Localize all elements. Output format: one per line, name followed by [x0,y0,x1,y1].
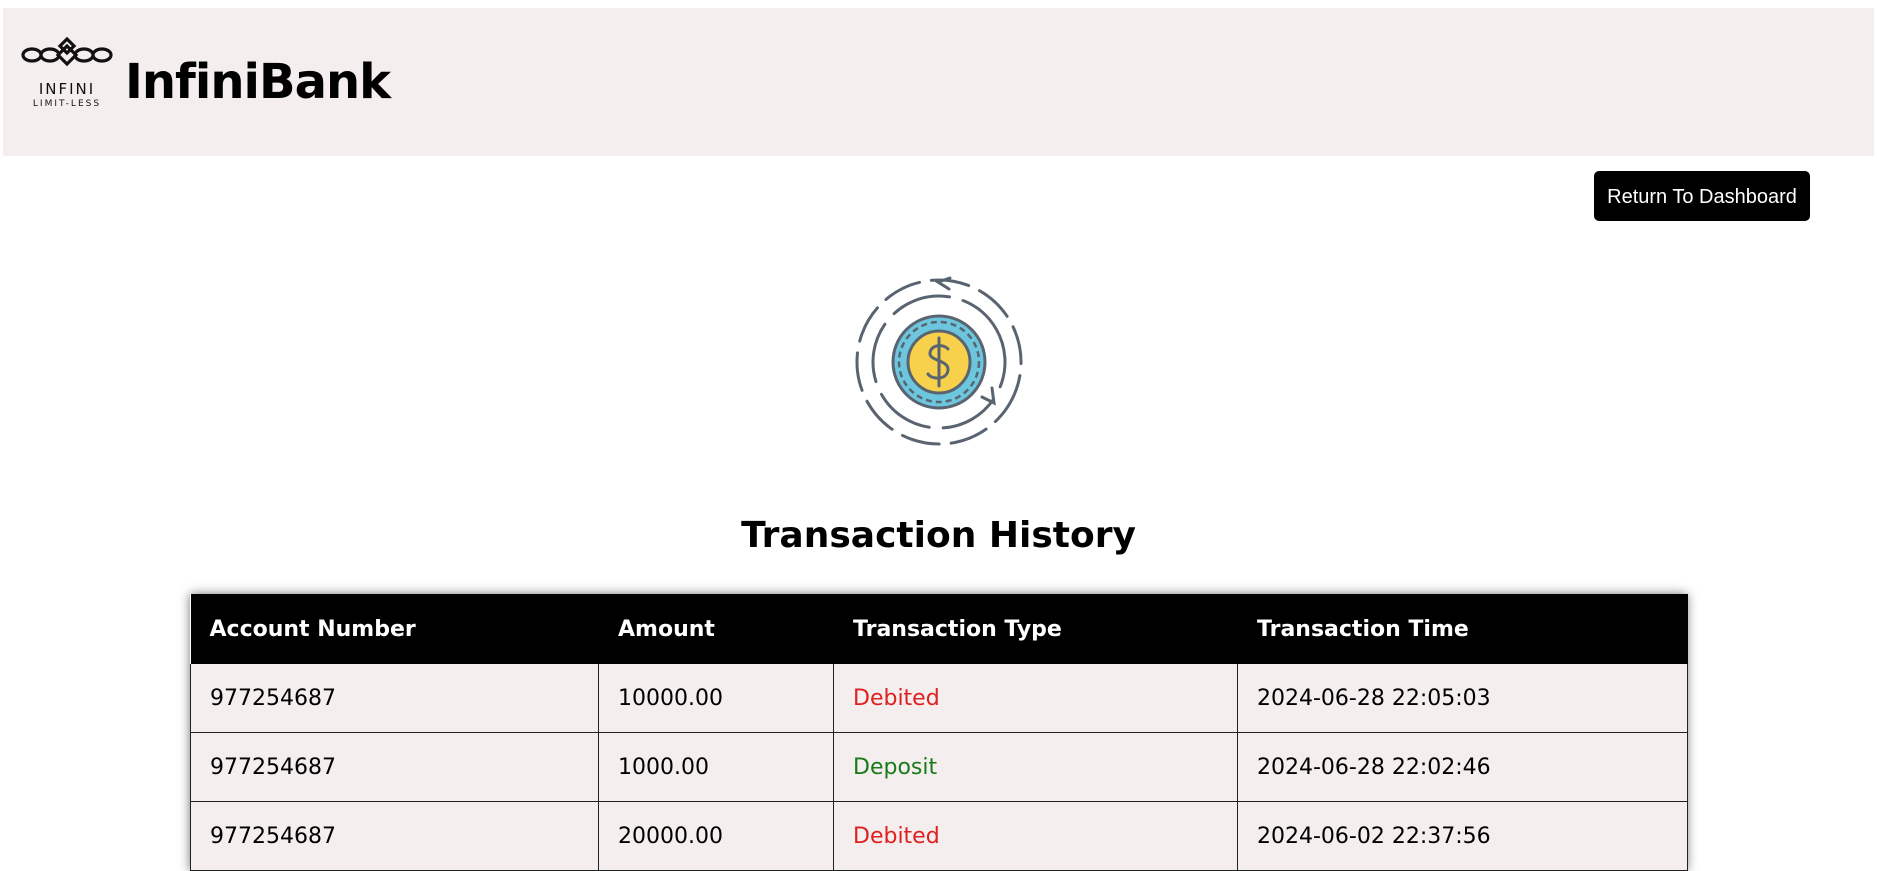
account-number-cell: 977254687 [190,801,599,871]
page-title: Transaction History [741,515,1136,556]
amount-cell: 1000.00 [598,732,834,802]
table-row: 977254687 1000.00 Deposit 2024-06-28 22:… [190,732,1688,802]
transaction-type-cell: Debited [833,801,1238,871]
column-header-amount: Amount [598,594,834,664]
logo-wordmark: INFINI [38,80,96,98]
transaction-time-cell: 2024-06-02 22:37:56 [1237,801,1688,871]
table-row: 977254687 20000.00 Debited 2024-06-02 22… [190,801,1688,871]
account-number-cell: 977254687 [190,664,599,733]
infini-logo[interactable]: INFINI LIMIT-LESS [20,36,114,116]
transaction-time-cell: 2024-06-28 22:05:03 [1237,664,1688,733]
transaction-type-cell: Debited [833,664,1238,733]
return-to-dashboard-button[interactable]: Return To Dashboard [1594,171,1810,221]
transaction-table: Account Number Amount Transaction Type T… [190,594,1688,871]
table-header-row: Account Number Amount Transaction Type T… [190,594,1688,664]
amount-cell: 20000.00 [598,801,834,871]
column-header-transaction-time: Transaction Time [1237,594,1688,664]
transaction-time-cell: 2024-06-28 22:02:46 [1237,732,1688,802]
brand-name: InfiniBank [125,54,391,110]
transaction-type-cell: Deposit [833,732,1238,802]
table-row: 977254687 10000.00 Debited 2024-06-28 22… [190,664,1688,733]
dollar-cycle-icon [852,270,1026,450]
infinity-knot-icon [21,36,113,67]
site-header: INFINI LIMIT-LESS InfiniBank [3,8,1874,156]
amount-cell: 10000.00 [598,664,834,733]
logo-tagline: LIMIT-LESS [32,99,102,109]
column-header-account-number: Account Number [190,594,599,664]
column-header-transaction-type: Transaction Type [833,594,1238,664]
account-number-cell: 977254687 [190,732,599,802]
